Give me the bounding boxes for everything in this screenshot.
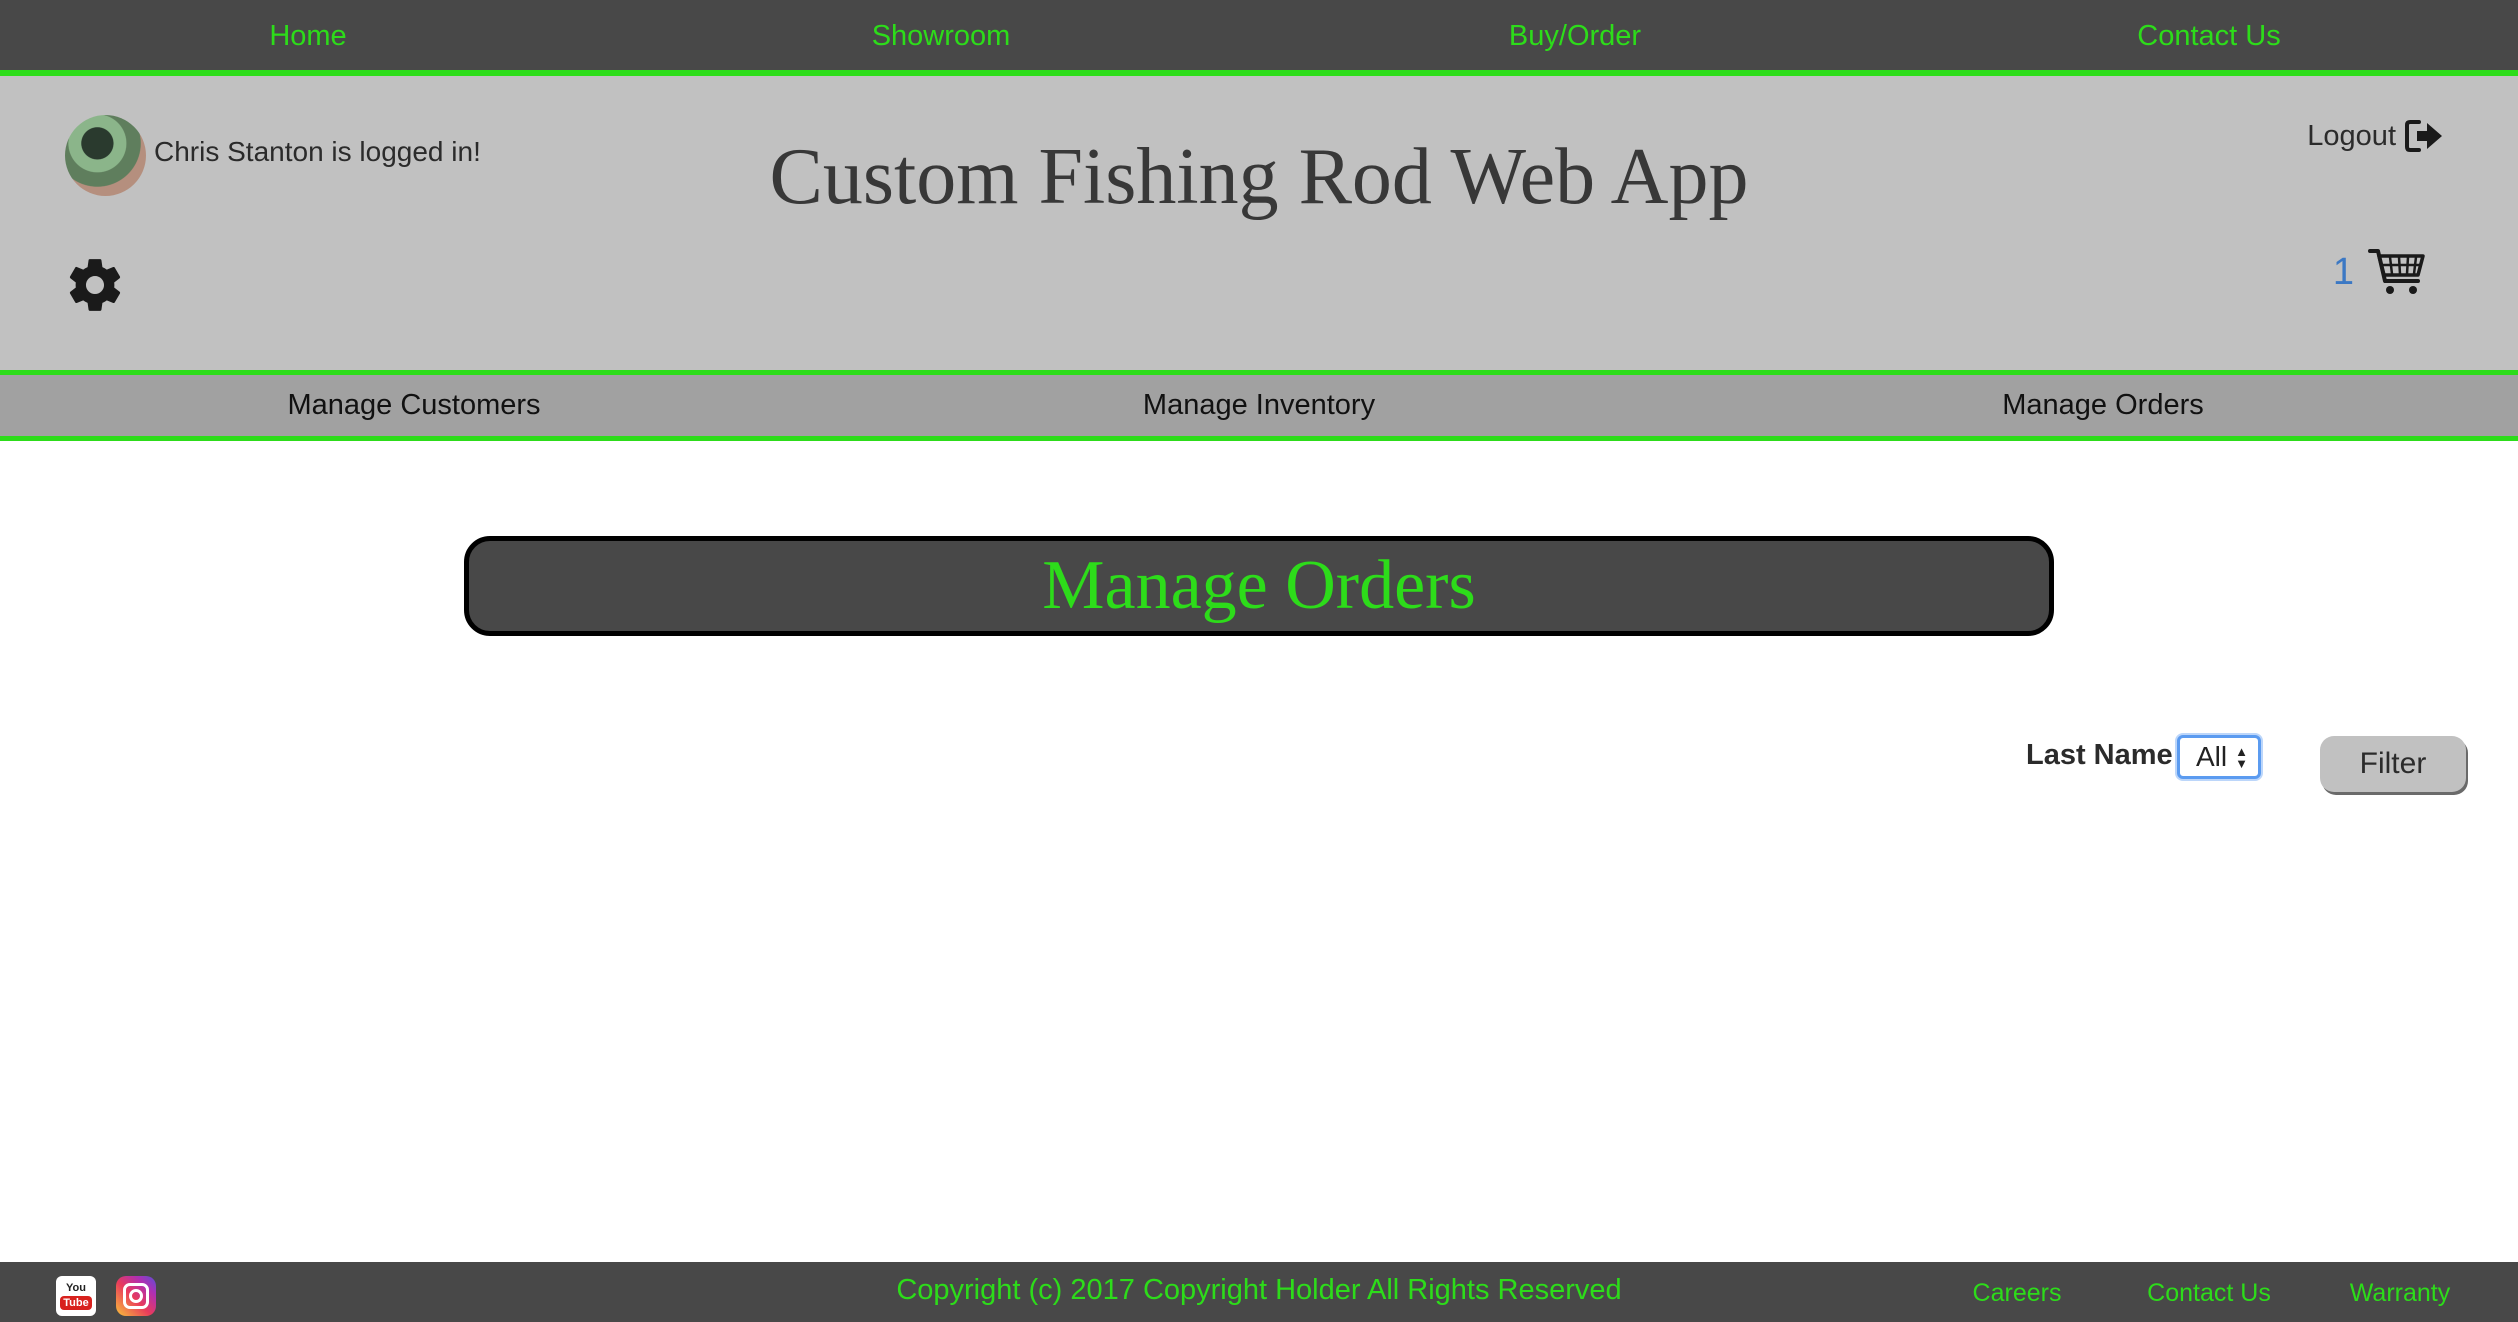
cart-button[interactable]: 1 [2333, 244, 2426, 300]
nav-contact-us[interactable]: Contact Us [2137, 0, 2280, 72]
logout-button[interactable]: Logout [2307, 116, 2444, 156]
last-name-select-value: All [2196, 741, 2228, 772]
subnav-manage-orders[interactable]: Manage Orders [2002, 375, 2204, 436]
last-name-label: Last Name [2026, 739, 2173, 771]
cart-count: 1 [2332, 250, 2354, 293]
page-title: Manage Orders [1042, 547, 1476, 624]
top-nav: Home Showroom Buy/Order Contact Us [0, 0, 2518, 76]
nav-buy-order[interactable]: Buy/Order [1509, 0, 1641, 72]
youtube-icon[interactable]: You Tube [56, 1276, 96, 1316]
last-name-select[interactable]: All ▲ ▼ [2177, 735, 2261, 779]
subnav-manage-inventory[interactable]: Manage Inventory [1143, 375, 1375, 436]
copyright-text: Copyright (c) 2017 Copyright Holder All … [896, 1274, 1622, 1306]
footer-link-careers[interactable]: Careers [1973, 1262, 2062, 1322]
admin-nav: Manage Customers Manage Inventory Manage… [0, 370, 2518, 441]
nav-showroom[interactable]: Showroom [872, 0, 1011, 72]
select-arrows-icon: ▲ ▼ [2235, 744, 2248, 771]
footer-link-warranty[interactable]: Warranty [2350, 1262, 2450, 1322]
instagram-icon[interactable] [116, 1276, 156, 1316]
filter-button[interactable]: Filter [2320, 736, 2466, 792]
subnav-manage-customers[interactable]: Manage Customers [287, 375, 540, 436]
nav-home[interactable]: Home [269, 0, 346, 72]
sign-out-icon [2405, 120, 2442, 152]
gear-icon[interactable] [64, 254, 126, 316]
shopping-cart-icon [2368, 249, 2425, 294]
site-footer: Copyright (c) 2017 Copyright Holder All … [0, 1262, 2518, 1322]
app-title: Custom Fishing Rod Web App [769, 133, 1749, 221]
page-heading-box: Manage Orders [464, 536, 2054, 636]
footer-link-contact-us[interactable]: Contact Us [2147, 1262, 2271, 1322]
logout-label: Logout [2307, 119, 2396, 152]
site-header: Chris Stanton is logged in! Custom Fishi… [0, 76, 2518, 370]
